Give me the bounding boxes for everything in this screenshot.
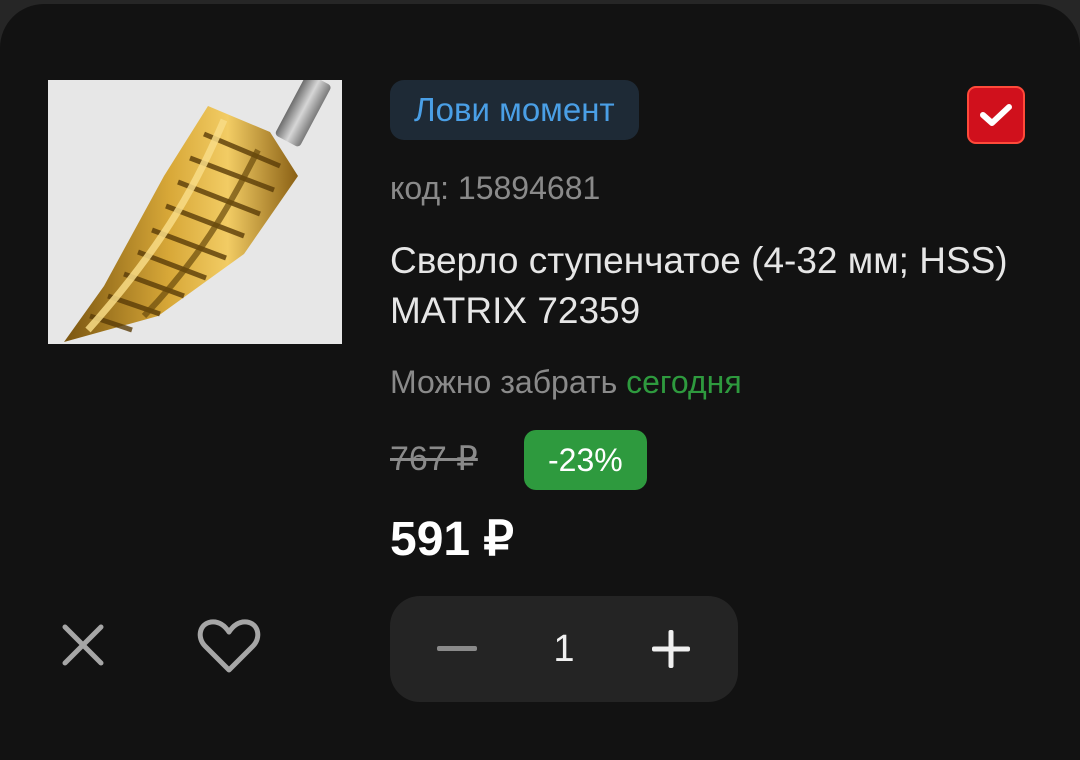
- remove-item-button[interactable]: [54, 616, 112, 674]
- decrease-quantity-button[interactable]: [402, 596, 512, 702]
- quantity-stepper: 1: [390, 596, 738, 702]
- pickup-date: сегодня: [626, 364, 742, 400]
- old-price: 767 ₽: [390, 440, 478, 478]
- discount-badge: -23%: [524, 430, 647, 490]
- select-item-checkbox[interactable]: [967, 86, 1025, 144]
- pickup-label: Можно забрать: [390, 364, 618, 400]
- cart-item-card: Лови момент код: 15894681 Сверло ступенч…: [0, 4, 1080, 760]
- product-title[interactable]: Сверло ступенчатое (4-32 мм; HSS) MATRIX…: [390, 236, 1030, 336]
- checkmark-icon: [980, 104, 1012, 126]
- product-code: код: 15894681: [390, 170, 601, 206]
- increase-quantity-button[interactable]: [616, 596, 726, 702]
- step-drill-image: [64, 80, 331, 342]
- pickup-availability: Можно забрать сегодня: [390, 360, 742, 404]
- heart-outline-icon: [197, 619, 261, 673]
- quantity-value[interactable]: 1: [514, 596, 614, 702]
- add-to-favorites-button[interactable]: [194, 614, 264, 680]
- promo-badge: Лови момент: [390, 80, 639, 140]
- minus-icon: [437, 646, 477, 651]
- current-price: 591 ₽: [390, 513, 514, 566]
- plus-icon: [652, 630, 690, 668]
- close-icon: [62, 624, 104, 666]
- product-image[interactable]: [48, 80, 342, 344]
